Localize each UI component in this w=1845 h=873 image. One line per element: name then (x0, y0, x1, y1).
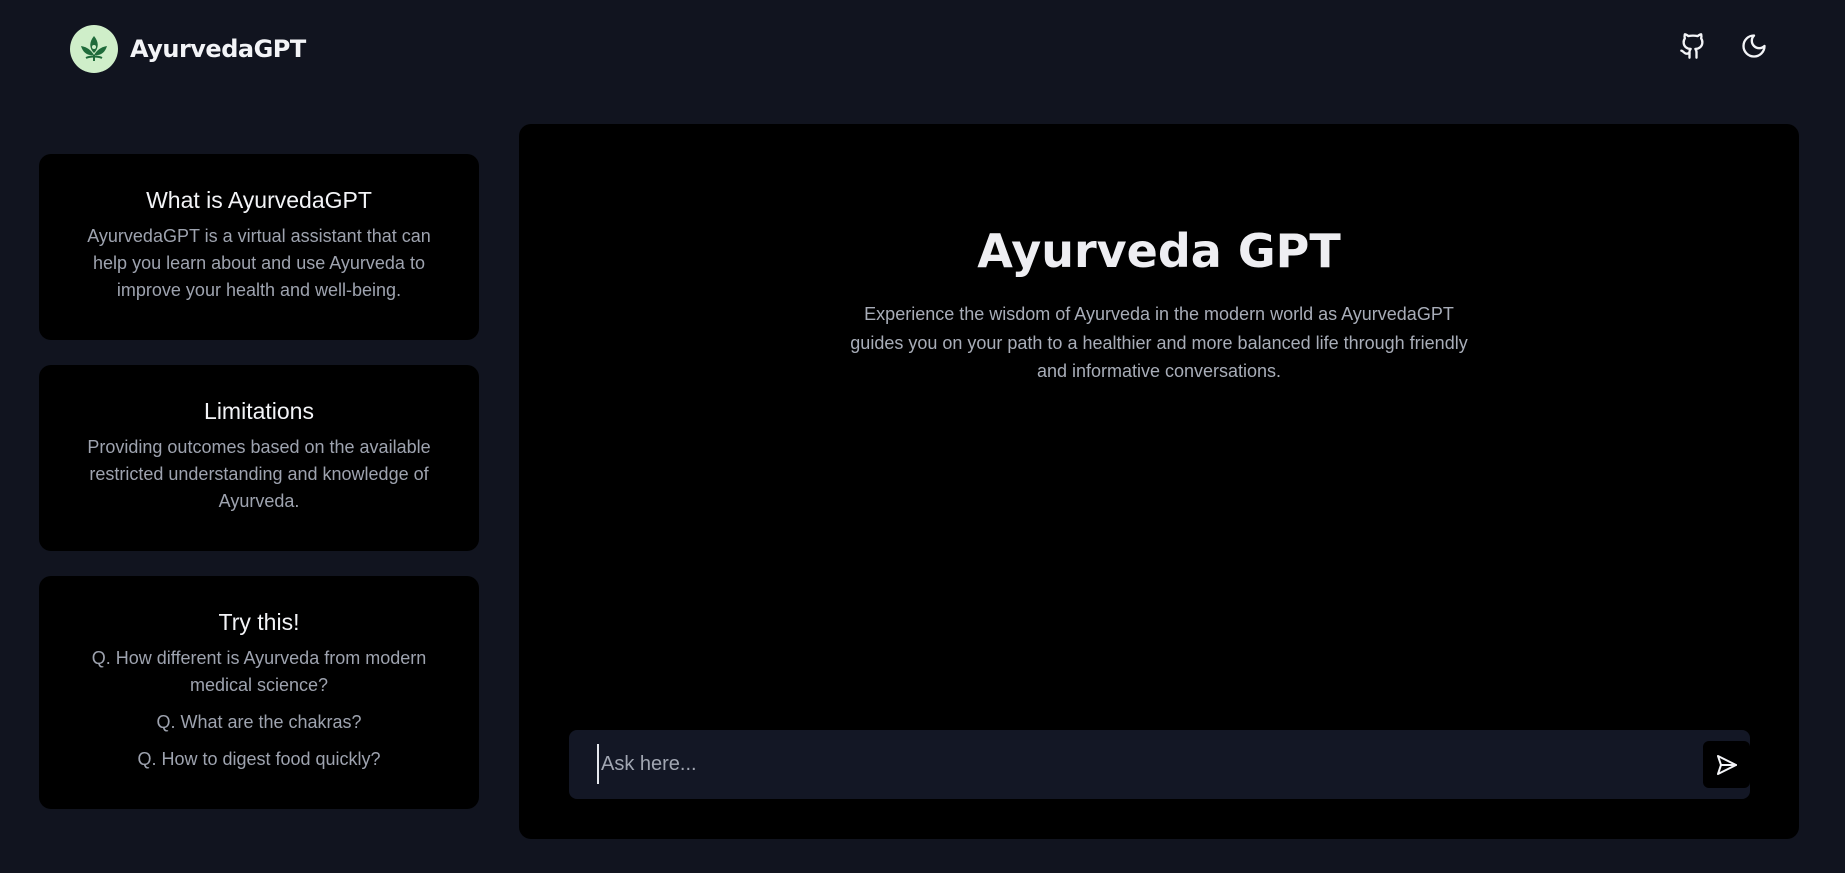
page-title: Ayurveda GPT (977, 224, 1341, 278)
chat-input-bar (569, 730, 1750, 799)
info-card-what-is: What is AyurvedaGPT AyurvedaGPT is a vir… (39, 154, 479, 340)
suggested-question[interactable]: Q. How to digest food quickly? (69, 746, 449, 773)
card-text: AyurvedaGPT is a virtual assistant that … (87, 226, 431, 300)
send-button[interactable] (1703, 741, 1750, 788)
brand[interactable]: AyurvedaGPT (70, 25, 306, 73)
suggested-question[interactable]: Q. How different is Ayurveda from modern… (69, 645, 449, 699)
ask-input[interactable] (597, 744, 1677, 784)
theme-toggle-button[interactable] (1736, 28, 1772, 64)
top-header: AyurvedaGPT (0, 0, 1845, 100)
leaf-logo-icon (70, 25, 118, 73)
card-text: Providing outcomes based on the availabl… (87, 437, 431, 511)
info-card-try-this: Try this! Q. How different is Ayurveda f… (39, 576, 479, 809)
chat-panel: Ayurveda GPT Experience the wisdom of Ay… (519, 124, 1799, 839)
app-name: AyurvedaGPT (130, 35, 306, 63)
info-card-limitations: Limitations Providing outcomes based on … (39, 365, 479, 551)
github-icon (1680, 33, 1704, 59)
page-description: Experience the wisdom of Ayurveda in the… (850, 304, 1468, 381)
card-title: Try this! (218, 609, 300, 635)
moon-icon (1742, 34, 1766, 58)
send-icon (1716, 754, 1737, 775)
suggested-question[interactable]: Q. What are the chakras? (69, 709, 449, 736)
card-title: Limitations (204, 398, 314, 424)
github-button[interactable] (1675, 28, 1711, 64)
card-title: What is AyurvedaGPT (146, 187, 372, 213)
